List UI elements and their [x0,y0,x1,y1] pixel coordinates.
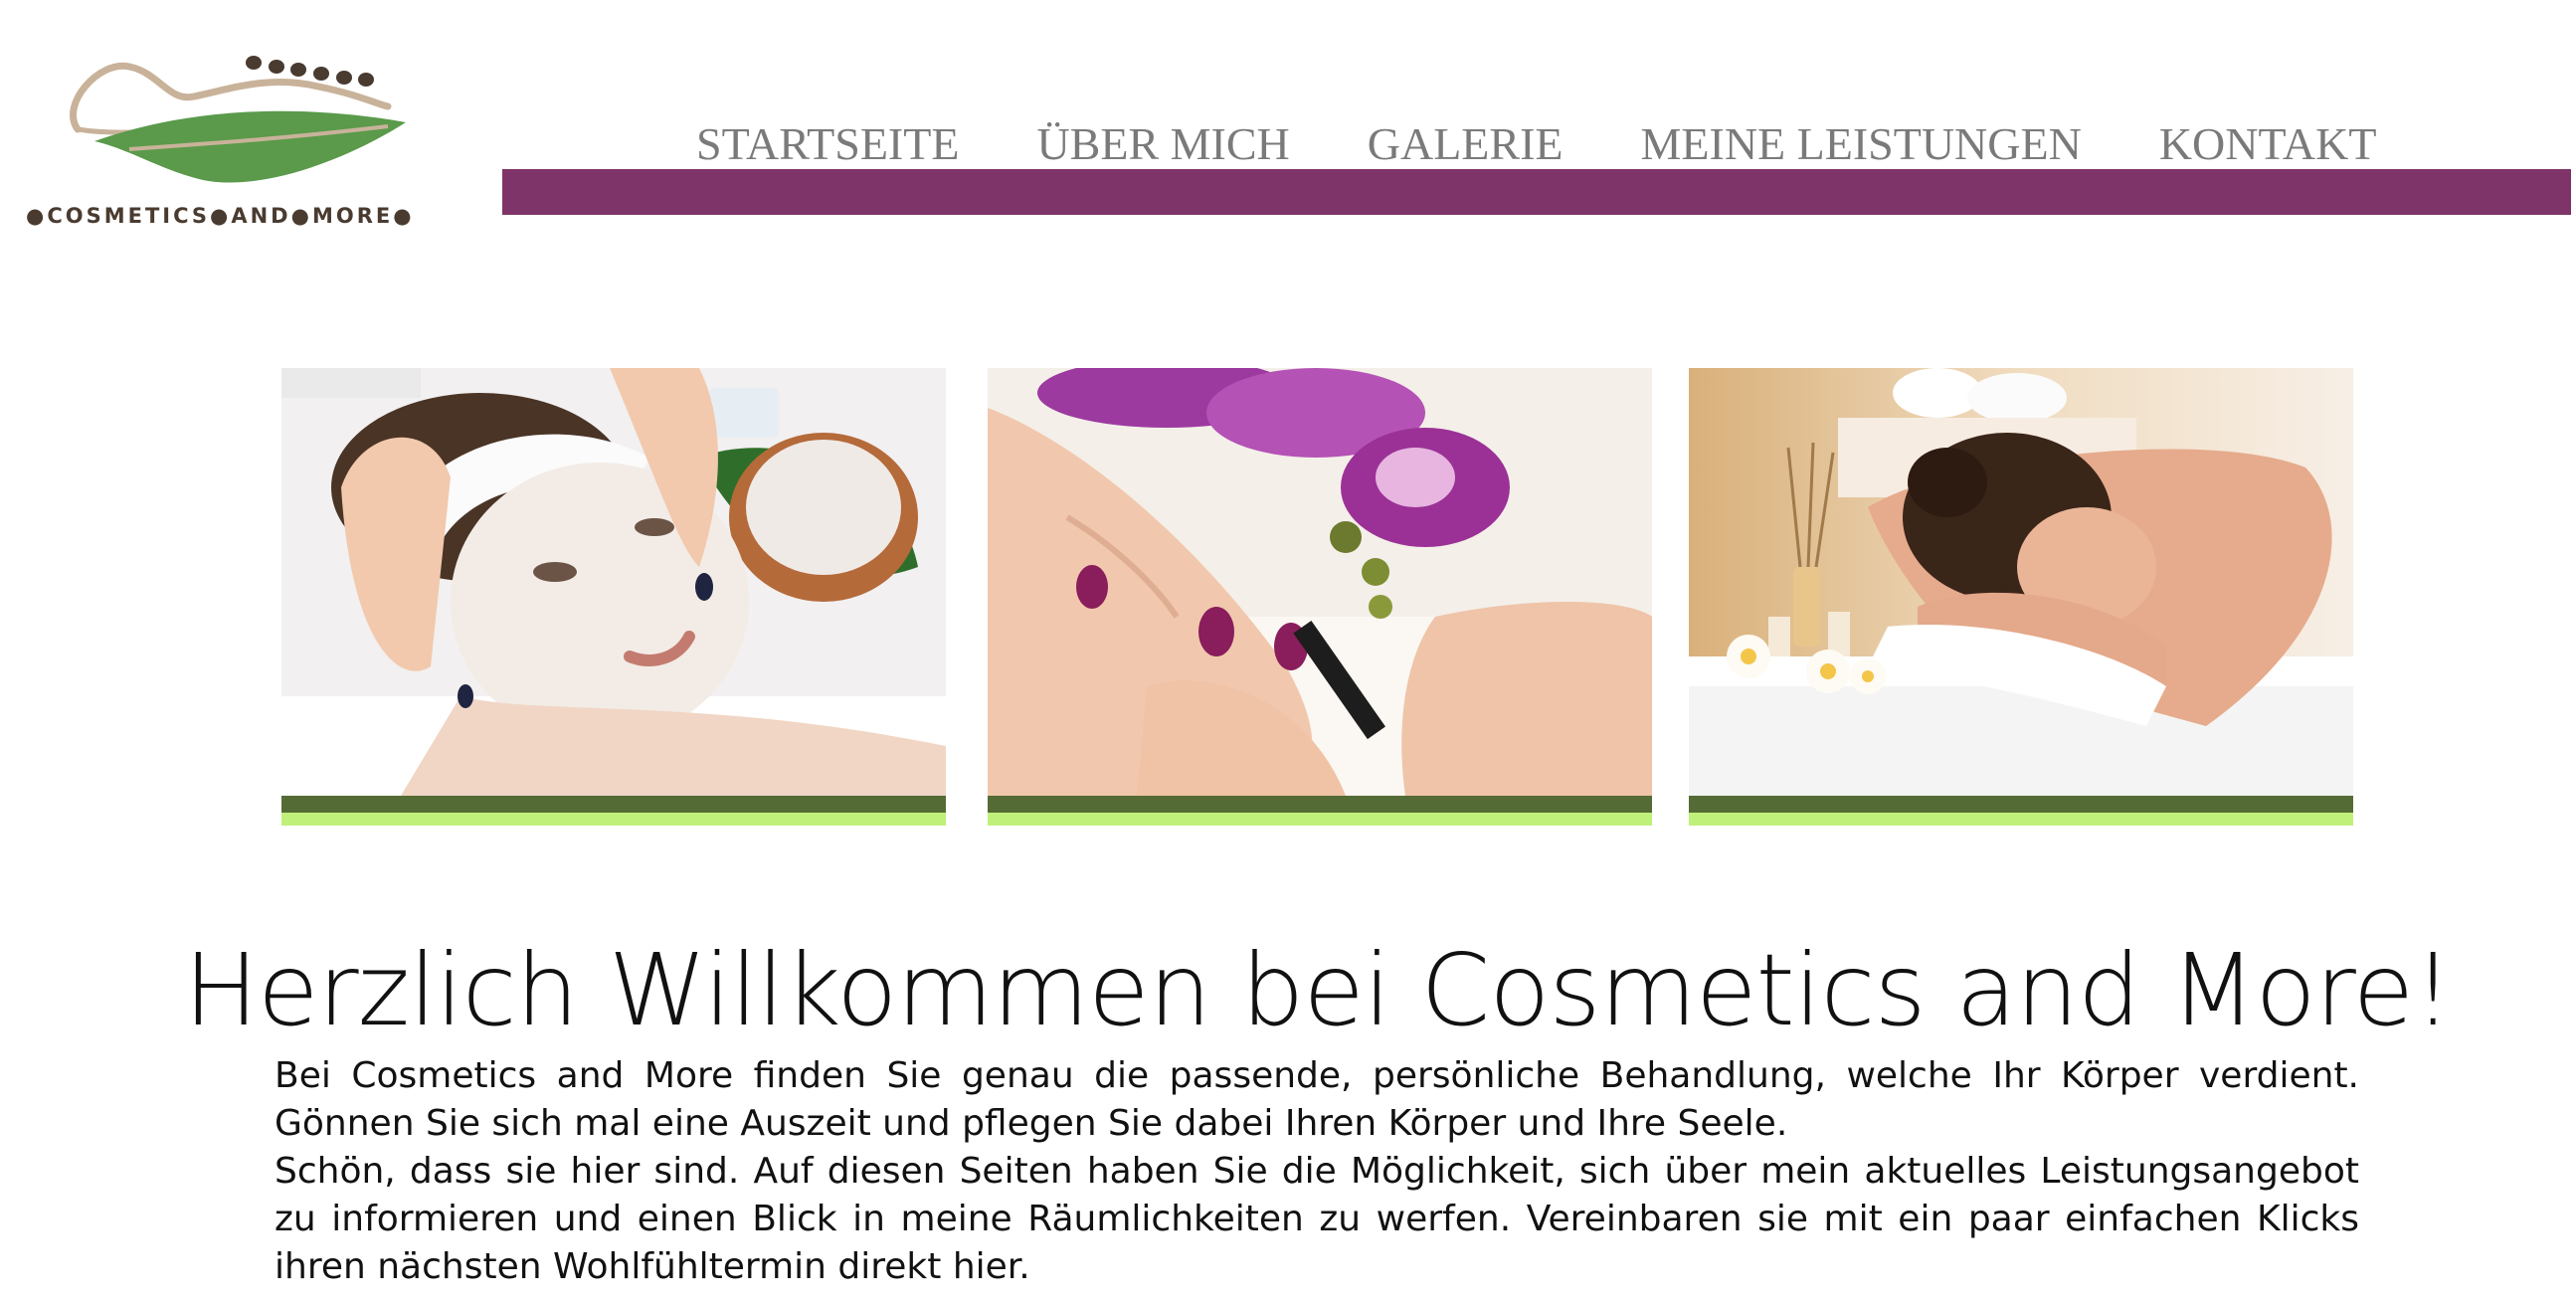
intro-text: Bei Cosmetics and More finden Sie genau … [275,1052,2359,1291]
manicure-image [988,368,1652,796]
card-stripe-dark [988,796,1652,813]
nav-item-galerie[interactable]: GALERIE [1368,121,1564,167]
gallery-card-spa[interactable] [1689,368,2353,826]
logo-wordmark: ●COSMETICS●AND●MORE● [26,204,415,228]
welcome-headline: Herzlich Willkommen bei Cosmetics and Mo… [183,932,2454,1048]
spa-massage-image [1689,368,2353,796]
nav-item-startseite[interactable]: STARTSEITE [696,121,959,167]
nav-item-ueber-mich[interactable]: ÜBER MICH [1036,121,1289,167]
card-stripe-dark [281,796,946,813]
card-stripe-light [988,813,1652,826]
nav-item-kontakt[interactable]: KONTAKT [2159,121,2377,167]
intro-paragraph: Bei Cosmetics and More finden Sie genau … [275,1055,2359,1144]
card-stripe-light [1689,813,2353,826]
card-stripe-light [281,813,946,826]
nav-item-meine-leistungen[interactable]: MEINE LEISTUNGEN [1641,121,2082,167]
nav-accent-bar [502,169,2571,215]
gallery-card-manicure[interactable] [988,368,1652,826]
logo-graphic [70,56,406,183]
card-stripe-dark [1689,796,2353,813]
site-logo[interactable]: ●COSMETICS●AND●MORE● [20,45,467,234]
main-navigation: STARTSEITE ÜBER MICH GALERIE MEINE LEIST… [696,107,2376,167]
gallery-card-facial[interactable] [281,368,946,826]
facial-treatment-image [281,368,946,796]
intro-paragraph: Schön, dass sie hier sind. Auf diesen Se… [275,1151,2359,1287]
